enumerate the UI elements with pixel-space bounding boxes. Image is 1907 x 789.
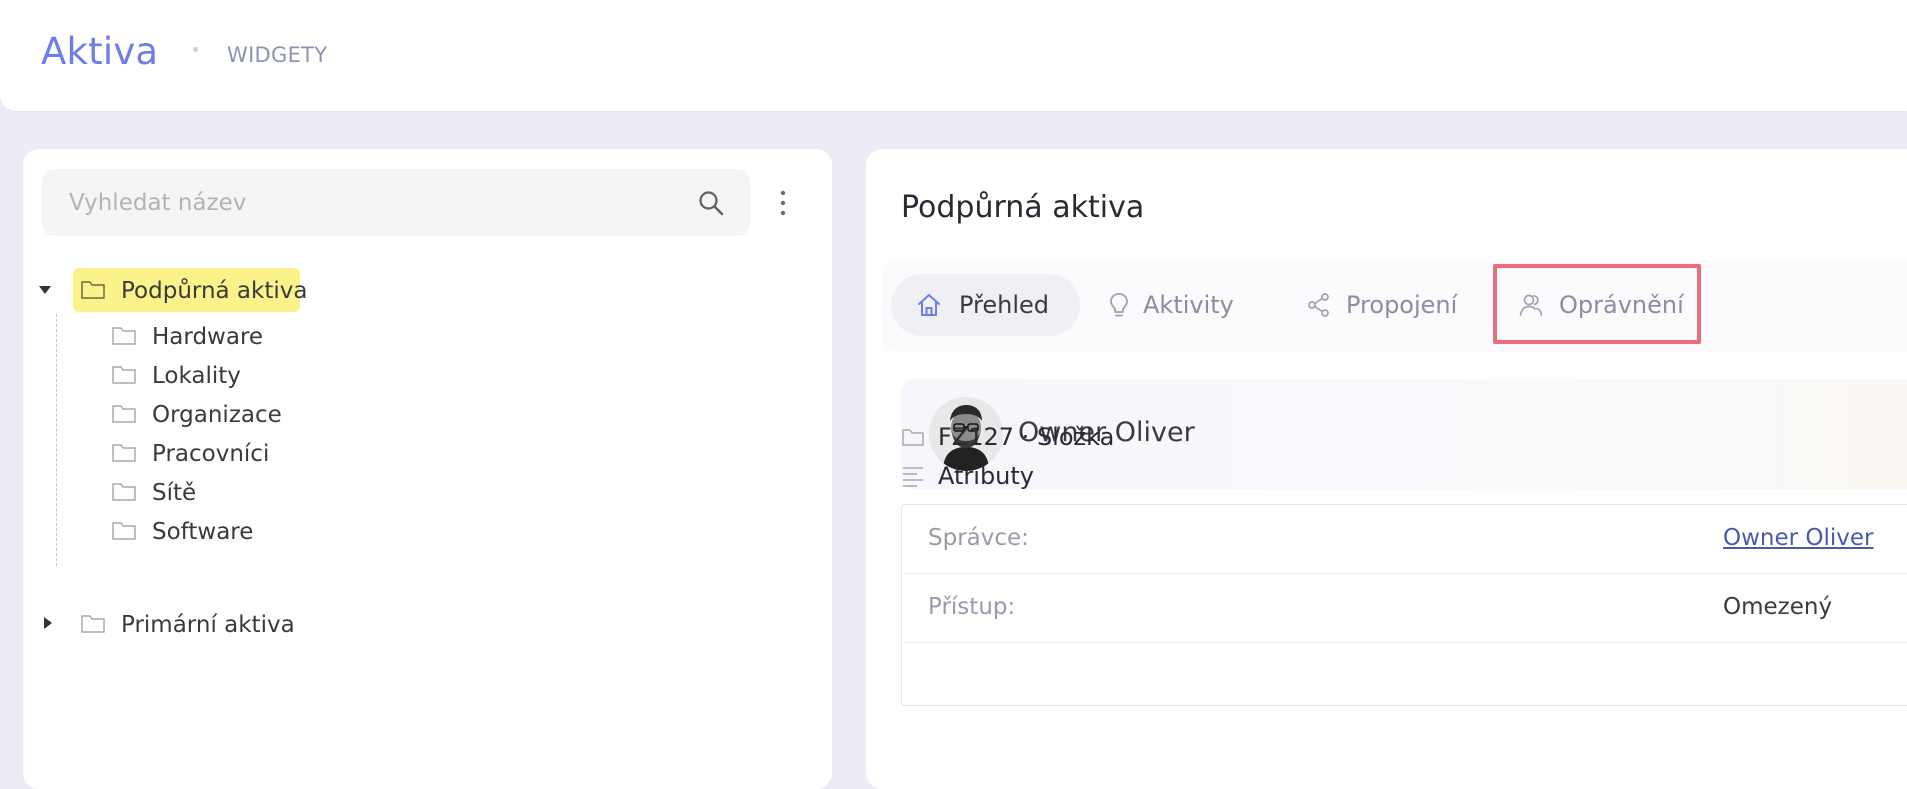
lightbulb-icon [1110,293,1128,317]
breadcrumb-separator [193,47,198,52]
detail-panel: Podpůrná aktiva Přehled Aktivity Propoje… [866,149,1907,789]
folder-icon [112,444,136,462]
tree-child-label[interactable]: Pracovníci [152,441,269,467]
tab-bar: Přehled Aktivity Propojení Oprávnění [881,259,1907,351]
tab-label: Propojení [1346,291,1458,319]
tab-activities[interactable]: Aktivity [1095,274,1285,336]
more-options-icon[interactable] [776,189,790,217]
tree-guide-line [56,314,57,566]
tree-child-label[interactable]: Hardware [152,324,263,350]
tree-node-label[interactable]: Podpůrná aktiva [121,278,307,304]
tree-child-label[interactable]: Sítě [152,480,196,506]
tab-label: Aktivity [1143,291,1234,319]
tree-child-label[interactable]: Software [152,519,253,545]
search-input[interactable] [67,185,671,221]
attribute-label: Přístup: [928,594,1016,620]
folder-icon [902,429,924,446]
tab-label: Přehled [959,291,1050,319]
folder-icon [81,615,105,633]
search-icon[interactable] [697,189,725,217]
tree-child-label[interactable]: Organizace [152,402,282,428]
tab-overview[interactable]: Přehled [891,274,1080,336]
breadcrumb[interactable]: WIDGETY [227,43,327,67]
tree-child-label[interactable]: Lokality [152,363,241,389]
folder-icon [112,327,136,345]
tab-connections[interactable]: Propojení [1291,274,1491,336]
attribute-label: Správce: [928,525,1029,551]
folder-icon [81,281,105,299]
folder-icon [112,366,136,384]
attribute-row: Přístup: Omezený [902,574,1907,643]
caret-down-icon[interactable] [38,283,52,297]
attributes-table: Správce: Owner Oliver Přístup: Omezený [901,504,1907,706]
attribute-row: Správce: Owner Oliver [902,505,1907,574]
attribute-value: Omezený [1723,594,1833,620]
attribute-value-link[interactable]: Owner Oliver [1723,525,1874,551]
search-box [42,169,750,236]
page-title: Podpůrná aktiva [901,190,1145,225]
home-icon [918,294,940,316]
text-lines-icon [903,467,923,487]
folder-icon [112,522,136,540]
annotation-highlight-box [1493,264,1701,344]
tree-panel: Podpůrná aktiva Hardware Lokality Organi… [23,149,832,789]
share-icon [1308,293,1329,317]
caret-right-icon[interactable] [41,616,55,630]
folder-icon [112,483,136,501]
top-bar: Aktiva WIDGETY [0,0,1907,111]
folder-icon [112,405,136,423]
attributes-heading: Atributy [938,462,1034,490]
tree-node-label[interactable]: Primární aktiva [121,612,295,638]
app-title: Aktiva [41,30,159,73]
folder-info-text: FZ127 · Složka [938,423,1115,451]
